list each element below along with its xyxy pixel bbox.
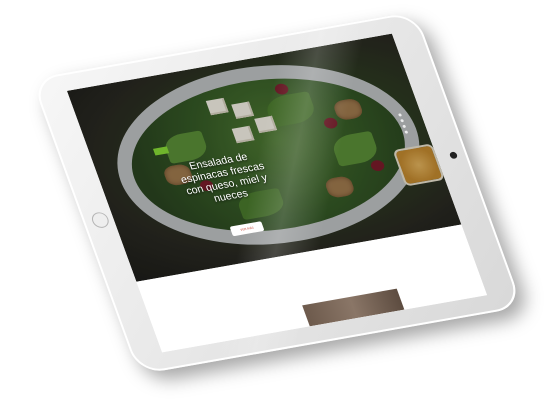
article-thumbnail[interactable] [302, 288, 405, 327]
tablet-screen: Ensalada de espinacas frescas con queso,… [66, 33, 488, 353]
camera-icon [448, 151, 459, 160]
home-button-icon[interactable] [89, 211, 111, 230]
slider-dot[interactable] [400, 118, 405, 123]
slider-dot[interactable] [398, 113, 403, 117]
slider-dot[interactable] [404, 130, 409, 134]
product-mockup: Ensalada de espinacas frescas con queso,… [0, 0, 550, 400]
slider-dot[interactable] [402, 124, 407, 129]
tablet-device: Ensalada de espinacas frescas con queso,… [31, 11, 523, 375]
